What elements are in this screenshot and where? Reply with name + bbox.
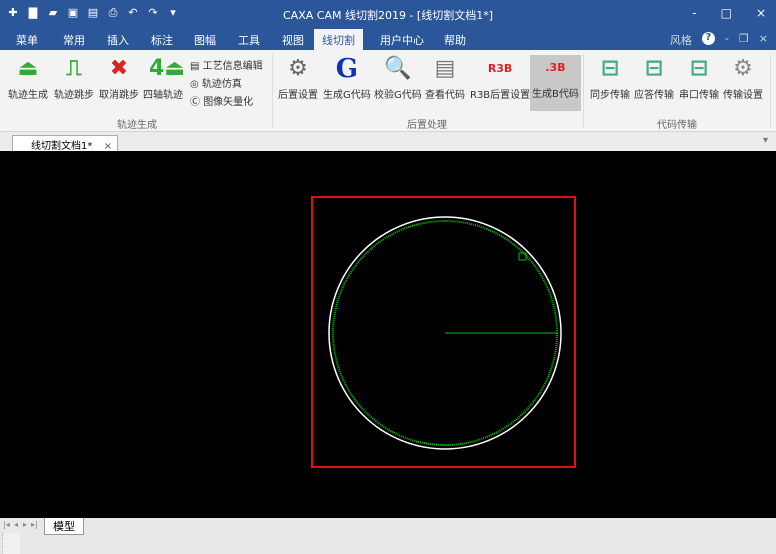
simulation-icon: ◎ <box>190 79 202 90</box>
tab-annotate[interactable]: 标注 <box>151 32 173 48</box>
button-label: 校验G代码 <box>374 90 422 101</box>
tab-tools[interactable]: 工具 <box>238 32 260 48</box>
drawing <box>311 196 576 468</box>
generate-g-code-button[interactable]: G 生成G代码 <box>323 56 371 101</box>
group-label-trajectory: 轨迹生成 <box>117 120 157 131</box>
divider <box>583 54 584 128</box>
button-label: 查看代码 <box>425 90 465 101</box>
button-label: R3B后置设置 <box>470 90 531 101</box>
first-sheet-icon[interactable]: |◂ <box>3 520 10 529</box>
trajectory-icon: ⏏ <box>17 56 39 81</box>
sync-transfer-button[interactable]: ⊟ 同步传输 <box>590 56 630 101</box>
image-vectorize-button[interactable]: Ⓒ 图像矢量化 <box>190 93 253 108</box>
scroll-icon: ▤ <box>434 56 456 81</box>
sync-transfer-icon: ⊟ <box>600 56 620 81</box>
close-button[interactable]: × <box>756 6 766 20</box>
next-sheet-icon[interactable]: ▸ <box>23 520 27 529</box>
button-label: 图像矢量化 <box>203 97 254 108</box>
tab-help[interactable]: 帮助 <box>444 32 466 48</box>
model-tab[interactable]: 模型 <box>44 518 84 535</box>
button-label: 应答传输 <box>634 90 674 101</box>
b-code-icon: .3B <box>545 61 566 74</box>
bottom-bar: |◂ ◂ ▸ ▸| 模型 <box>0 518 776 554</box>
cancel-jump-icon: ✖ <box>109 56 129 81</box>
command-area <box>2 533 20 554</box>
verify-icon: 🔍 <box>384 56 412 81</box>
button-label: 轨迹跳步 <box>54 90 94 101</box>
button-label: 轨迹生成 <box>8 90 48 101</box>
button-label: 后置设置 <box>278 90 318 101</box>
ribbon-tabs: 菜单 常用 插入 标注 图幅 工具 视图 线切割 用户中心 帮助 风格 ? - … <box>0 28 776 50</box>
divider <box>770 54 771 128</box>
post-settings-button[interactable]: ⚙ 后置设置 <box>278 56 318 101</box>
trajectory-sim-button[interactable]: ◎ 轨迹仿真 <box>190 75 242 90</box>
serial-transfer-icon: ⊟ <box>689 56 709 81</box>
drawing-canvas[interactable] <box>0 151 776 518</box>
restore-icon[interactable]: ❐ <box>739 32 749 48</box>
button-label: 同步传输 <box>590 90 630 101</box>
group-label-post: 后置处理 <box>407 120 447 131</box>
tab-sheet[interactable]: 图幅 <box>194 32 216 48</box>
divider <box>272 54 273 128</box>
jump-icon: ⎍ <box>66 56 82 81</box>
last-sheet-icon[interactable]: ▸| <box>31 520 38 529</box>
reply-transfer-icon: ⊟ <box>644 56 664 81</box>
trajectory-generate-button[interactable]: ⏏ 轨迹生成 <box>8 56 48 101</box>
group-label-transfer: 代码传输 <box>657 120 697 131</box>
four-axis-button[interactable]: 4⏏ 四轴轨迹 <box>143 56 186 101</box>
button-label: 生成B代码 <box>532 89 579 100</box>
button-label: 传输设置 <box>723 90 763 101</box>
view-code-button[interactable]: ▤ 查看代码 <box>425 56 465 101</box>
document-tab[interactable]: 线切割文档1* × <box>12 135 118 152</box>
tab-list-dropdown-icon[interactable]: ▾ <box>763 135 768 146</box>
help-icon[interactable]: ? <box>701 32 715 45</box>
document-tab-bar: 线切割文档1* × ▾ <box>0 132 776 152</box>
tab-wire-cut[interactable]: 线切割 <box>314 29 363 50</box>
tab-user-center[interactable]: 用户中心 <box>380 32 424 48</box>
transfer-settings-icon: ⚙ <box>733 56 753 81</box>
serial-transfer-button[interactable]: ⊟ 串口传输 <box>679 56 719 101</box>
r3b-settings-button[interactable]: R3B R3B后置设置 <box>470 56 530 101</box>
maximize-button[interactable]: □ <box>721 6 732 20</box>
process-info-icon: ▤ <box>190 61 203 72</box>
button-label: 轨迹仿真 <box>201 79 242 90</box>
window-title: CAXA CAM 线切割2019 - [线切割文档1*] <box>283 9 493 22</box>
button-label: 四轴轨迹 <box>143 90 183 101</box>
ribbon: ⏏ 轨迹生成 ⎍ 轨迹跳步 ✖ 取消跳步 4⏏ 四轴轨迹 ▤ 工艺信息编辑 ◎ 轨迹仿真… <box>0 50 776 132</box>
prev-sheet-icon[interactable]: ◂ <box>14 520 18 529</box>
cancel-jump-button[interactable]: ✖ 取消跳步 <box>99 56 139 101</box>
ribbon-minimize-icon[interactable]: - <box>725 32 729 48</box>
style-menu[interactable]: 风格 <box>670 32 692 48</box>
tab-menu[interactable]: 菜单 <box>16 32 38 48</box>
title-bar: ✚ ▇ ▰ ▣ ▤ ⎙ ↶ ↷ ▾ CAXA CAM 线切割2019 - [线切… <box>0 0 776 28</box>
start-point-marker <box>518 252 527 261</box>
tab-common[interactable]: 常用 <box>63 32 85 48</box>
verify-g-code-button[interactable]: 🔍 校验G代码 <box>374 56 422 101</box>
button-label: 串口传输 <box>679 90 719 101</box>
tab-insert[interactable]: 插入 <box>107 32 129 48</box>
generate-b-code-button[interactable]: .3B 生成B代码 <box>530 55 581 111</box>
vectorize-icon: Ⓒ <box>190 97 204 108</box>
tab-view[interactable]: 视图 <box>282 32 304 48</box>
r3b-icon: R3B <box>487 62 513 75</box>
button-label: 取消跳步 <box>99 90 139 101</box>
g-code-icon: G <box>335 54 358 84</box>
gear-icon: ⚙ <box>288 56 308 81</box>
four-axis-icon: 4⏏ <box>149 56 186 81</box>
trajectory-jump-button[interactable]: ⎍ 轨迹跳步 <box>54 56 94 101</box>
minimize-button[interactable]: - <box>692 6 696 20</box>
button-label: 工艺信息编辑 <box>202 61 263 72</box>
transfer-settings-button[interactable]: ⚙ 传输设置 <box>723 56 763 101</box>
process-info-button[interactable]: ▤ 工艺信息编辑 <box>190 57 263 72</box>
drawing-frame <box>311 196 576 468</box>
button-label: 生成G代码 <box>323 90 371 101</box>
doc-close-icon[interactable]: × <box>759 32 768 48</box>
reply-transfer-button[interactable]: ⊟ 应答传输 <box>634 56 674 101</box>
